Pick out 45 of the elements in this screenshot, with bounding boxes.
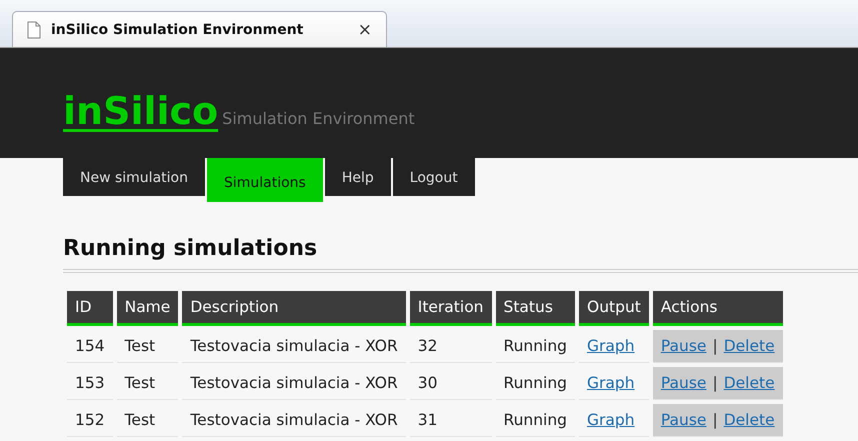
column-header: Name <box>116 291 178 326</box>
delete-link[interactable]: Delete <box>724 411 775 429</box>
graph-link[interactable]: Graph <box>587 374 635 392</box>
column-header: Iteration <box>410 291 492 326</box>
table-cell: Running <box>496 330 576 363</box>
delete-link[interactable]: Delete <box>724 374 775 392</box>
nav-tab[interactable]: Help <box>324 158 391 196</box>
delete-link[interactable]: Delete <box>724 337 775 355</box>
logo[interactable]: inSilico <box>63 92 218 130</box>
table-cell: Testovacia simulacia - XOR <box>182 404 406 437</box>
pause-link[interactable]: Pause <box>660 374 706 392</box>
separator: | <box>712 374 718 392</box>
separator: | <box>712 411 718 429</box>
table-cell: Running <box>496 367 576 400</box>
table-cell: 32 <box>410 330 492 363</box>
table-cell: 30 <box>410 367 492 400</box>
close-button[interactable]: × <box>358 20 372 40</box>
nav-tab[interactable]: Simulations <box>206 158 323 202</box>
column-header: Status <box>496 291 576 326</box>
page-heading: Running simulations <box>63 236 318 261</box>
table-cell: Testovacia simulacia - XOR <box>182 330 406 363</box>
site-subtitle: Simulation Environment <box>222 109 415 130</box>
graph-link[interactable]: Graph <box>587 337 635 355</box>
table-cell: Test <box>116 404 178 437</box>
tab-title: inSilico Simulation Environment <box>51 22 304 38</box>
graph-link[interactable]: Graph <box>587 411 635 429</box>
table-cell: Test <box>116 330 178 363</box>
table-cell: 31 <box>410 404 492 437</box>
document-icon <box>27 20 41 38</box>
pause-link[interactable]: Pause <box>660 411 706 429</box>
column-header: Description <box>182 291 406 326</box>
column-header: ID <box>67 291 113 326</box>
separator: | <box>712 337 718 355</box>
table-cell: Test <box>116 367 178 400</box>
table-cell: Running <box>496 404 576 437</box>
table-cell: 152 <box>67 404 113 437</box>
table-cell: 153 <box>67 367 113 400</box>
column-header: Actions <box>652 291 783 326</box>
browser-tab[interactable]: inSilico Simulation Environment × <box>12 11 387 47</box>
table-cell: 154 <box>67 330 113 363</box>
nav-tab[interactable]: Logout <box>392 158 475 196</box>
column-header: Output <box>579 291 649 326</box>
pause-link[interactable]: Pause <box>660 337 706 355</box>
nav-tab[interactable]: New simulation <box>63 158 205 196</box>
table-cell: Testovacia simulacia - XOR <box>182 367 406 400</box>
